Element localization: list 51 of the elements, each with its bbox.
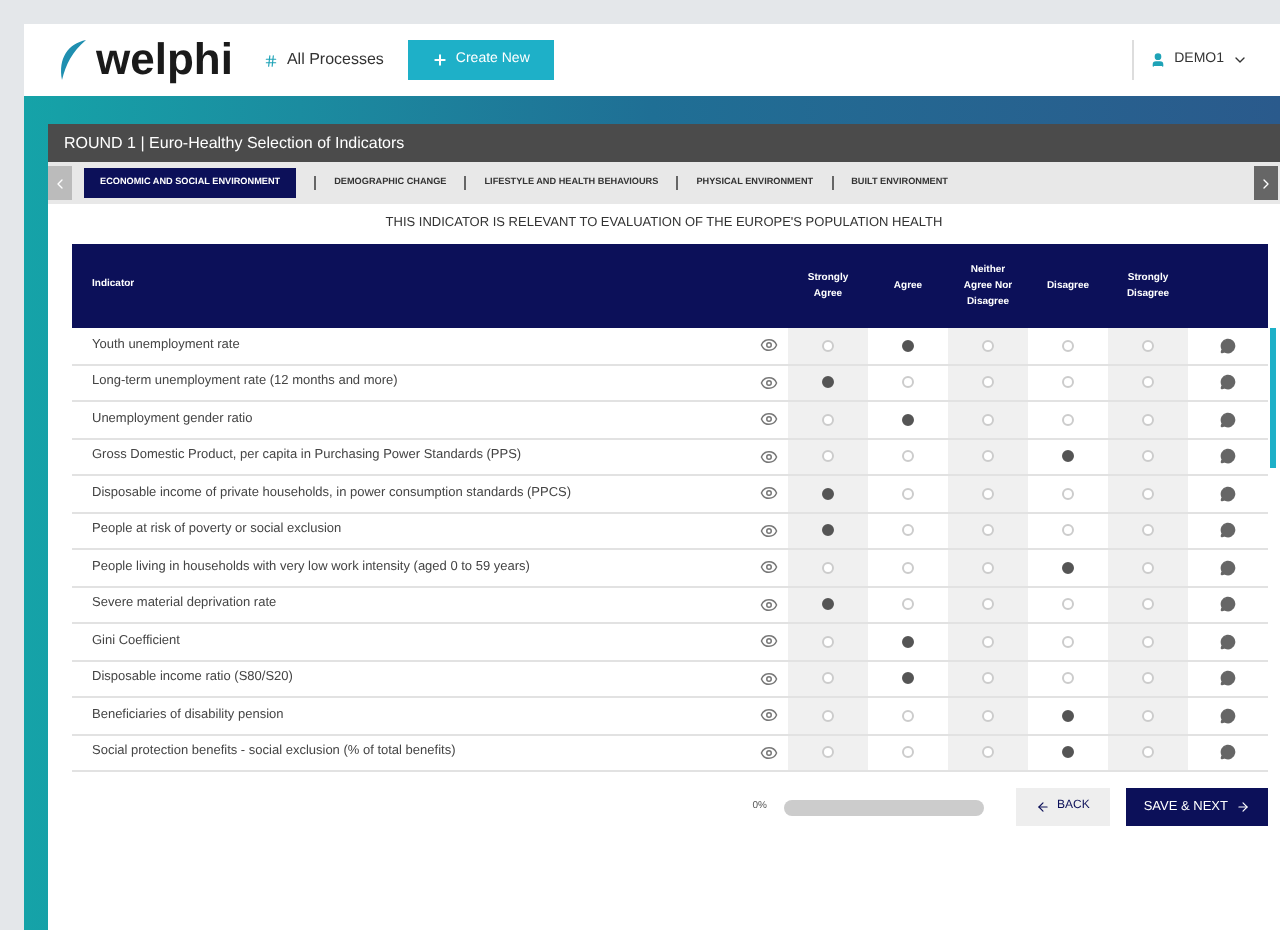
next-tab-button[interactable] [1254, 166, 1278, 200]
radio-button[interactable] [1062, 561, 1074, 574]
comment-icon[interactable] [1220, 744, 1236, 761]
comment-icon[interactable] [1220, 559, 1236, 576]
scrollbar [1270, 328, 1276, 468]
panel-title: ROUND 1 | Euro-Healthy Selection of Indicators [64, 131, 405, 155]
comment-icon[interactable] [1220, 596, 1236, 613]
comment-icon[interactable] [1220, 411, 1236, 428]
comment-icon[interactable] [1220, 633, 1236, 650]
hash-icon [264, 53, 279, 67]
comment-icon[interactable] [1220, 522, 1236, 539]
plus-icon [431, 52, 448, 68]
radio-button[interactable] [822, 524, 834, 537]
comment-icon[interactable] [1220, 707, 1236, 724]
radio-button[interactable] [822, 487, 834, 500]
all-processes-link[interactable]: All Processes [264, 48, 384, 72]
comment-icon[interactable] [1220, 374, 1236, 391]
comment-icon[interactable] [1220, 337, 1236, 354]
user-icon [1150, 52, 1167, 68]
radio-button[interactable] [822, 376, 834, 389]
chevron-right-icon [1258, 175, 1274, 191]
eye-icon[interactable] [759, 521, 777, 540]
eye-icon[interactable] [759, 373, 777, 392]
radio-button[interactable] [902, 339, 914, 352]
eye-icon[interactable] [759, 743, 777, 762]
eye-icon[interactable] [759, 706, 777, 725]
eye-icon[interactable] [759, 632, 777, 651]
caret-icon [1232, 52, 1248, 68]
radio-button[interactable] [902, 672, 914, 685]
radio-button[interactable] [902, 635, 914, 648]
radio-button[interactable] [1062, 450, 1074, 463]
radio-button[interactable] [1062, 746, 1074, 759]
arrow-left-icon [1035, 800, 1049, 814]
eye-icon[interactable] [759, 595, 777, 614]
eye-icon[interactable] [759, 410, 777, 429]
swoosh-icon [56, 38, 88, 82]
comment-icon[interactable] [1220, 448, 1236, 465]
previous-tab-button[interactable] [48, 166, 72, 200]
radio-button[interactable] [822, 598, 834, 611]
logo: welphi [96, 38, 233, 82]
eye-icon[interactable] [759, 484, 777, 503]
eye-icon[interactable] [759, 447, 777, 466]
eye-icon[interactable] [759, 336, 777, 355]
arrow-right-icon [1236, 800, 1250, 814]
eye-icon[interactable] [759, 669, 777, 688]
eye-icon[interactable] [759, 558, 777, 577]
radio-button[interactable] [902, 413, 914, 426]
chevron-left-icon [52, 175, 68, 191]
radio-button[interactable] [1062, 709, 1074, 722]
comment-icon[interactable] [1220, 670, 1236, 687]
comment-icon[interactable] [1220, 485, 1236, 502]
